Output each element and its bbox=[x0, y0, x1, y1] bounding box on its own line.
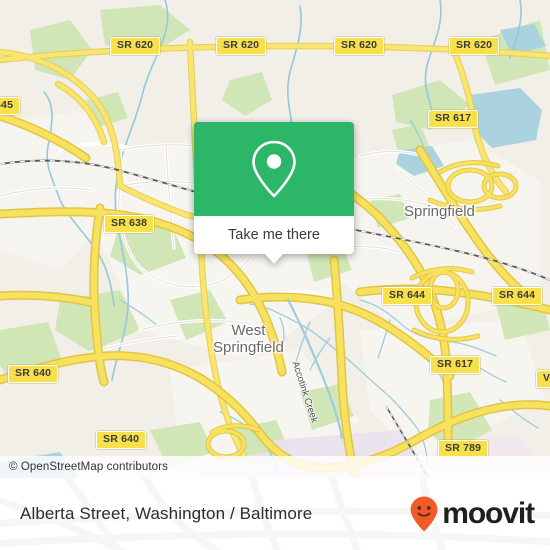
road-shield[interactable]: SR 620 bbox=[110, 37, 161, 55]
road-shield[interactable]: SR 640 bbox=[96, 431, 147, 449]
moovit-pin-icon bbox=[410, 496, 438, 532]
footer-bar: Alberta Street, Washington / Baltimore m… bbox=[0, 478, 550, 550]
road-shield[interactable]: SR 644 bbox=[382, 287, 433, 305]
moovit-logo[interactable]: moovit bbox=[409, 478, 535, 550]
moovit-wordmark: moovit bbox=[442, 497, 535, 530]
map-attribution: © OpenStreetMap contributors bbox=[0, 456, 550, 478]
road-shield[interactable]: SR 617 bbox=[430, 356, 481, 374]
take-me-there-button[interactable]: Take me there bbox=[194, 216, 354, 264]
road-shield[interactable]: SR 644 bbox=[492, 287, 543, 305]
map-pin-icon bbox=[252, 140, 296, 198]
footer-title: Alberta Street, Washington / Baltimore bbox=[20, 504, 313, 523]
moovit-map-screenshot: SR 620 SR 620 SR 620 SR 620 645 SR 617 S… bbox=[0, 0, 550, 550]
take-me-there-label: Take me there bbox=[228, 227, 320, 243]
place-label-springfield: Springfield bbox=[404, 203, 475, 220]
place-label-line: Springfield bbox=[213, 339, 284, 356]
popup-icon-area bbox=[194, 122, 354, 216]
road-shield[interactable]: SR 617 bbox=[428, 110, 479, 128]
map-popup[interactable]: Take me there bbox=[194, 122, 354, 264]
road-shield[interactable]: SR 789 bbox=[438, 440, 489, 458]
road-shield[interactable]: SR 620 bbox=[216, 37, 267, 55]
road-shield[interactable]: SR 620 bbox=[449, 37, 500, 55]
road-shield[interactable]: SR 638 bbox=[104, 215, 155, 233]
popup-tail bbox=[264, 253, 284, 264]
place-label-west-springfield: West Springfield bbox=[213, 322, 284, 356]
place-label-line: West bbox=[231, 322, 266, 339]
road-shield[interactable]: V bbox=[536, 370, 550, 388]
road-shield[interactable]: SR 620 bbox=[334, 37, 385, 55]
road-shield[interactable]: SR 640 bbox=[8, 365, 59, 383]
road-shield[interactable]: 645 bbox=[0, 97, 21, 115]
